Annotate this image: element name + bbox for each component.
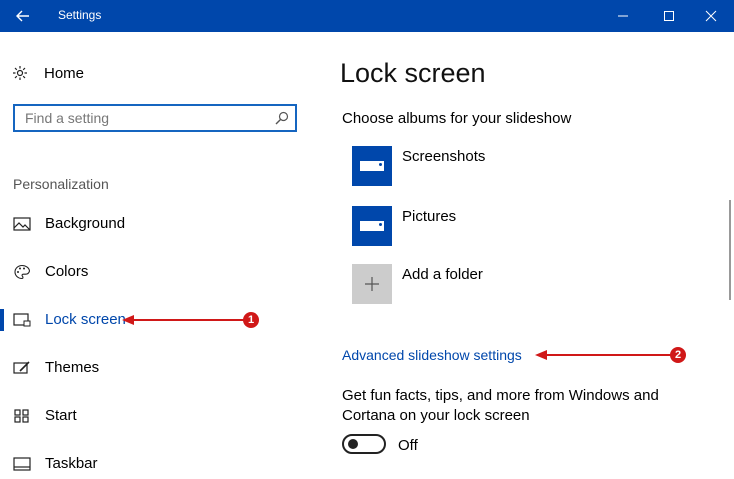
fun-facts-toggle[interactable] — [342, 434, 386, 454]
toggle-state-label: Off — [398, 437, 418, 454]
sidebar-item-label: Lock screen — [45, 311, 126, 328]
sidebar-item-themes[interactable]: Themes — [0, 353, 300, 383]
sidebar-item-label: Themes — [45, 359, 100, 376]
palette-icon — [14, 264, 31, 280]
albums-heading: Choose albums for your slideshow — [342, 110, 572, 127]
close-icon — [705, 10, 717, 22]
advanced-slideshow-settings-link[interactable]: Advanced slideshow settings — [342, 347, 522, 363]
title-bar: Settings — [0, 0, 734, 32]
close-button[interactable] — [688, 0, 734, 32]
folder-icon — [352, 146, 392, 186]
plus-icon — [352, 264, 392, 304]
annotation-arrow-2 — [535, 350, 675, 360]
maximize-icon — [664, 11, 674, 21]
sidebar-item-background[interactable]: Background — [0, 209, 300, 239]
annotation-arrow-1 — [122, 315, 246, 325]
annotation-badge-2: 2 — [670, 347, 686, 363]
lock-screen-icon — [13, 313, 31, 327]
page-title: Lock screen — [340, 58, 486, 88]
album-name: Screenshots — [402, 148, 486, 165]
search-box[interactable] — [13, 104, 297, 132]
sidebar-item-colors[interactable]: Colors — [0, 257, 300, 287]
scrollbar[interactable] — [729, 200, 731, 300]
search-input[interactable] — [25, 109, 265, 127]
start-grid-icon — [14, 409, 29, 423]
picture-icon — [13, 217, 31, 231]
brush-icon — [13, 361, 30, 374]
back-button[interactable] — [0, 0, 46, 32]
sidebar-item-start[interactable]: Start — [0, 401, 300, 431]
sidebar-item-label: Colors — [45, 263, 89, 280]
minimize-button[interactable] — [600, 0, 646, 32]
back-arrow-icon — [16, 10, 29, 22]
section-header-personalization: Personalization — [13, 176, 109, 192]
album-item-pictures[interactable]: Pictures — [352, 206, 732, 248]
toggle-knob — [348, 439, 358, 449]
search-icon[interactable] — [275, 111, 289, 125]
sidebar-item-label: Background — [45, 215, 126, 232]
sidebar-item-label: Start — [45, 407, 77, 424]
maximize-button[interactable] — [646, 0, 692, 32]
minimize-icon — [618, 15, 628, 17]
add-folder-label: Add a folder — [402, 266, 483, 283]
home-nav-item[interactable]: Home — [12, 62, 84, 84]
sidebar-item-taskbar[interactable]: Taskbar — [0, 449, 300, 479]
fun-facts-label: Get fun facts, tips, and more from Windo… — [342, 387, 659, 424]
taskbar-icon — [13, 457, 31, 471]
home-label: Home — [44, 64, 85, 82]
add-folder-button[interactable]: Add a folder — [352, 264, 732, 306]
annotation-badge-1: 1 — [243, 312, 259, 328]
album-name: Pictures — [402, 208, 457, 225]
gear-icon — [13, 66, 27, 80]
active-indicator — [0, 309, 4, 331]
sidebar-item-label: Taskbar — [45, 455, 98, 472]
album-item-screenshots[interactable]: Screenshots — [352, 146, 732, 188]
folder-icon — [352, 206, 392, 246]
window-title: Settings — [58, 8, 102, 22]
